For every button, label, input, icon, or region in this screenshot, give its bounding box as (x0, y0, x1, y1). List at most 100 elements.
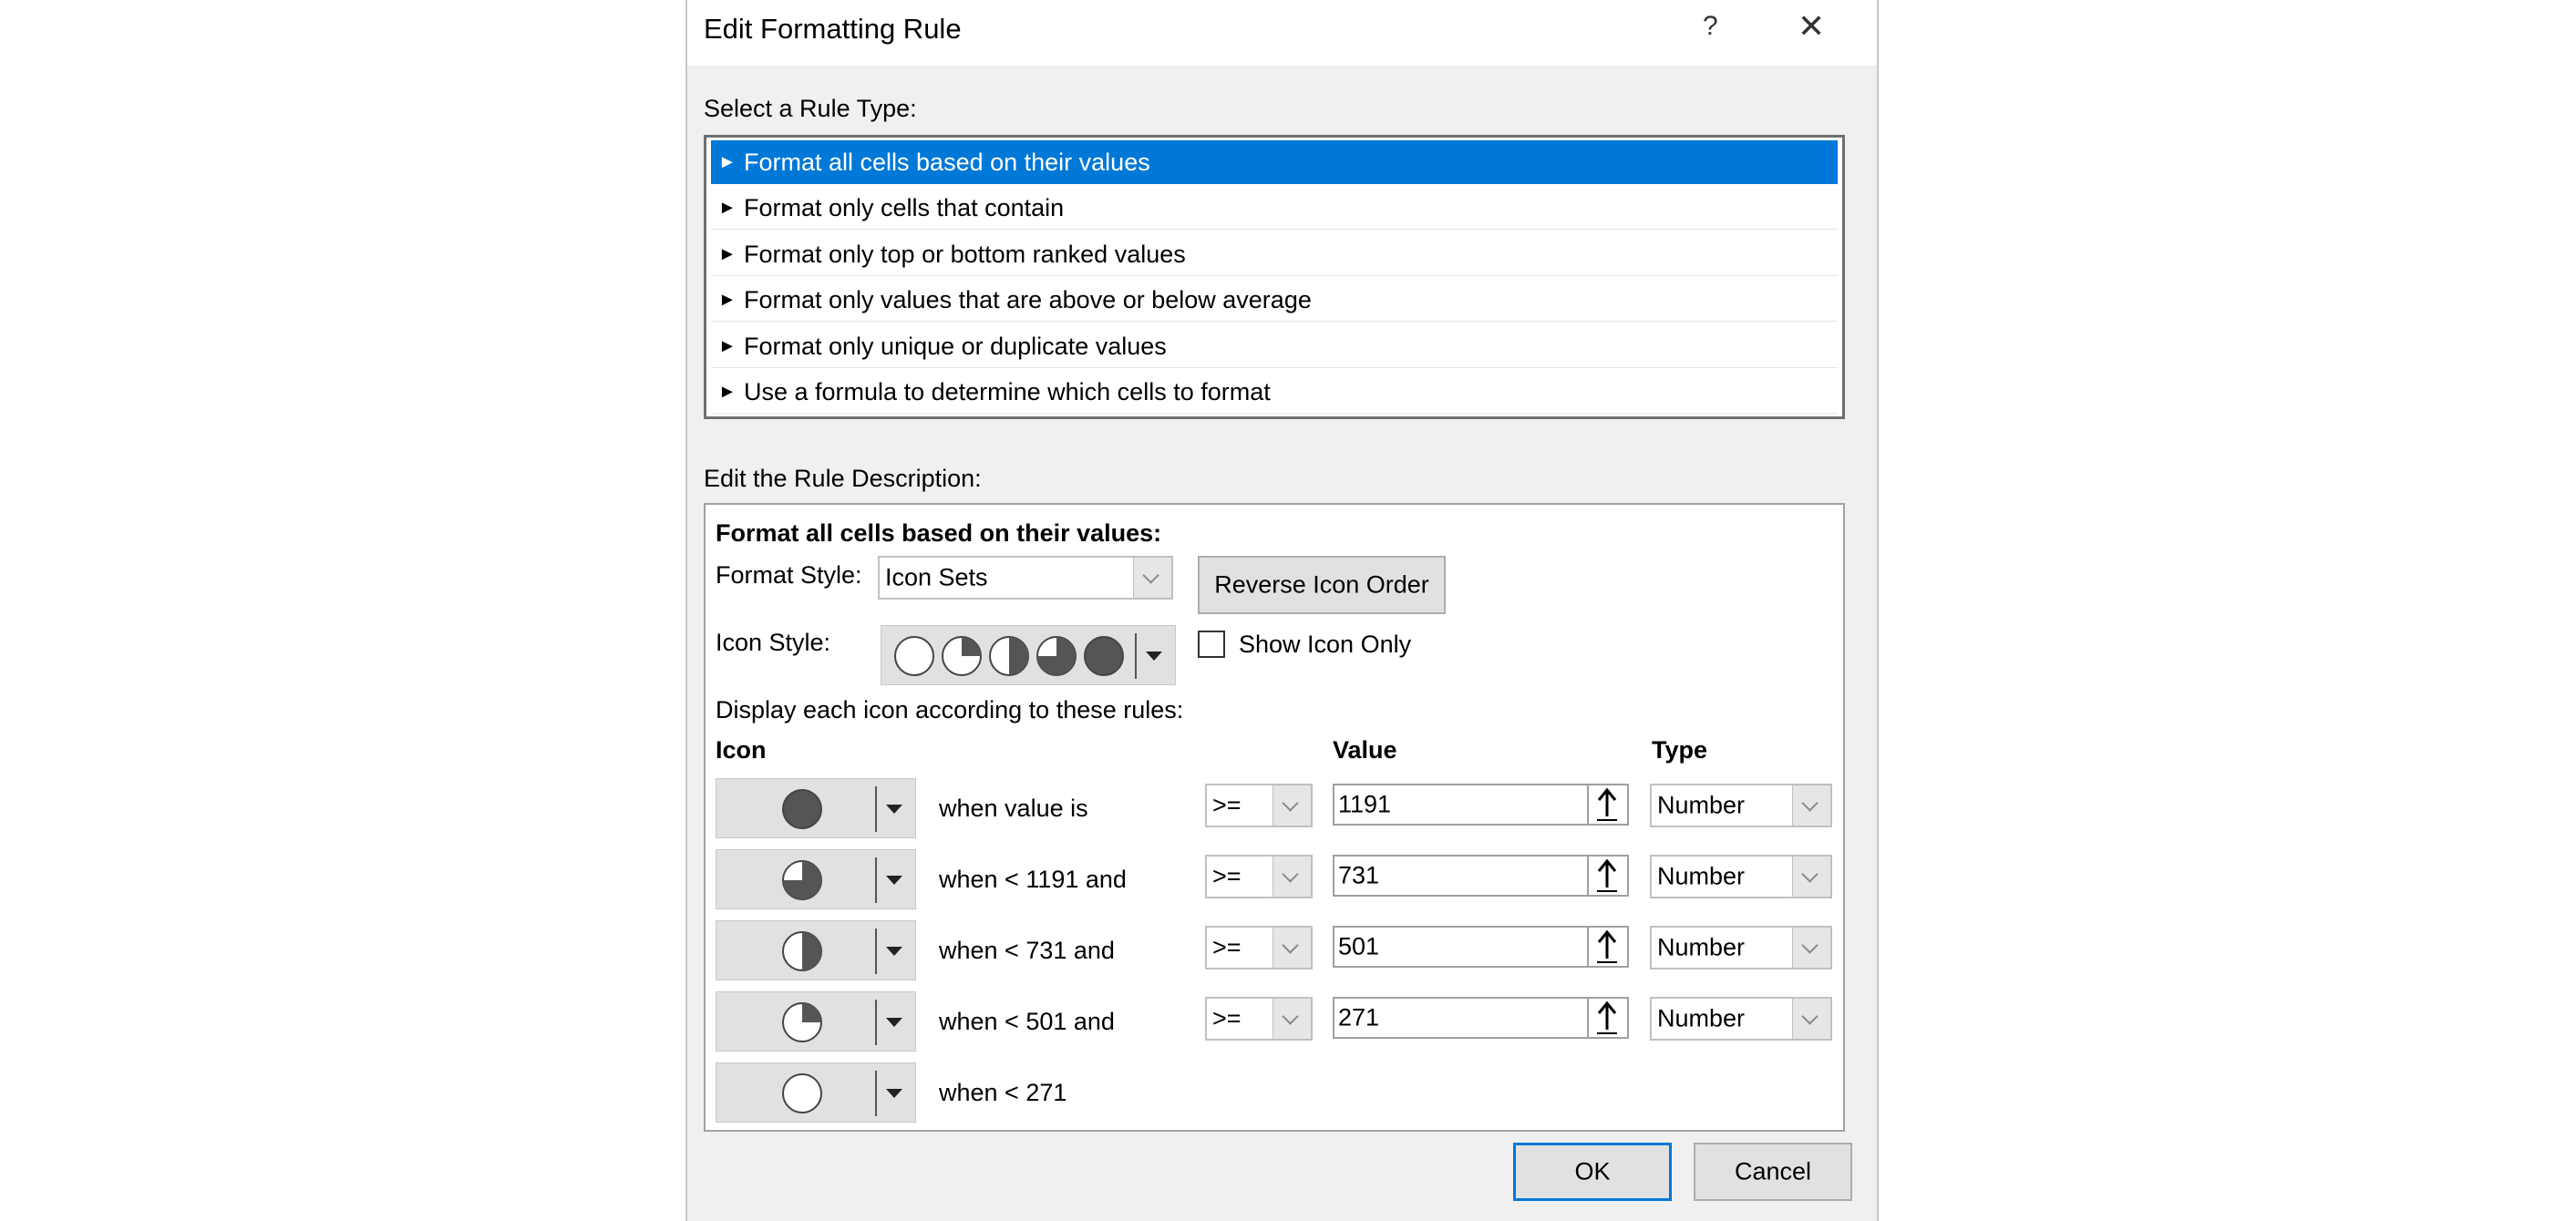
empty-circle-icon (782, 1073, 822, 1113)
rule-description-label: Edit the Rule Description: (704, 465, 982, 492)
arrow-right-icon: ► (718, 244, 737, 264)
reverse-icon-order-button[interactable]: Reverse Icon Order (1198, 556, 1446, 614)
rule-type-label: Select a Rule Type: (704, 95, 917, 122)
rule-type-item-label: Format only unique or duplicate values (744, 333, 1167, 360)
dialog-title: Edit Formatting Rule (704, 13, 962, 45)
description-heading: Format all cells based on their values: (716, 519, 1162, 547)
dropdown-arrow-icon (1146, 652, 1162, 661)
type-select[interactable]: Number (1650, 997, 1832, 1041)
chevron-down-icon (1792, 857, 1830, 897)
column-header-icon: Icon (716, 736, 767, 764)
value-text: 501 (1338, 932, 1380, 960)
operator-value: >= (1212, 862, 1242, 890)
type-select[interactable]: Number (1650, 926, 1832, 970)
cancel-button[interactable]: Cancel (1694, 1143, 1852, 1201)
dropdown-arrow-icon (886, 876, 902, 885)
chevron-down-icon (1273, 857, 1311, 897)
rule-type-item[interactable]: ► Format only cells that contain (711, 186, 1838, 230)
icon-style-label: Icon Style: (716, 629, 831, 656)
value-input[interactable]: 731 (1333, 855, 1629, 897)
rule-type-item-label: Format only values that are above or bel… (744, 286, 1312, 313)
rule-type-item[interactable]: ► Format only top or bottom ranked value… (711, 232, 1838, 276)
format-style-select[interactable]: Icon Sets (878, 556, 1173, 600)
format-style-value: Icon Sets (885, 563, 988, 591)
dropdown-arrow-icon (886, 947, 902, 956)
value-text: 1191 (1338, 790, 1392, 818)
icon-select-full[interactable] (716, 778, 916, 838)
value-text: 731 (1338, 861, 1380, 889)
show-icon-only-checkbox[interactable] (1198, 631, 1225, 658)
dropdown-arrow-icon (886, 805, 902, 814)
icon-select-half[interactable] (716, 920, 916, 980)
ok-button[interactable]: OK (1513, 1143, 1672, 1201)
rule-type-item-label: Format only top or bottom ranked values (744, 241, 1186, 268)
chevron-down-icon (1792, 999, 1830, 1039)
three-quarter-circle-icon (782, 860, 822, 900)
range-select-icon[interactable] (1587, 857, 1627, 895)
icon-style-select[interactable] (881, 625, 1176, 685)
rule-type-list[interactable]: ► Format all cells based on their values… (704, 135, 1845, 419)
rule-condition: when < 271 (939, 1079, 1067, 1106)
show-icon-only-label: Show Icon Only (1239, 631, 1412, 658)
full-circle-icon (782, 789, 822, 829)
type-value: Number (1657, 933, 1746, 961)
range-select-icon[interactable] (1587, 928, 1627, 966)
arrow-right-icon: ► (718, 382, 737, 402)
title-bar: Edit Formatting Rule ? ✕ (687, 0, 1877, 66)
dropdown-arrow-icon (886, 1018, 902, 1027)
rule-type-item[interactable]: ► Format only unique or duplicate values (711, 324, 1838, 368)
rule-type-item-label: Format only cells that contain (744, 194, 1065, 221)
rule-condition: when < 501 and (939, 1008, 1115, 1035)
edit-formatting-rule-dialog: Edit Formatting Rule ? ✕ Select a Rule T… (685, 0, 1879, 1221)
type-value: Number (1657, 862, 1746, 890)
display-rules-label: Display each icon according to these rul… (716, 696, 1184, 723)
type-value: Number (1657, 791, 1746, 819)
arrow-right-icon: ► (718, 336, 737, 356)
value-input[interactable]: 271 (1333, 997, 1629, 1039)
column-header-type: Type (1652, 736, 1708, 764)
rule-type-item[interactable]: ► Format all cells based on their values (711, 140, 1838, 184)
operator-select[interactable]: >= (1205, 855, 1313, 898)
help-button[interactable]: ? (1703, 11, 1718, 42)
operator-select[interactable]: >= (1205, 997, 1313, 1041)
arrow-right-icon: ► (718, 198, 737, 218)
value-text: 271 (1338, 1003, 1380, 1031)
operator-select[interactable]: >= (1205, 784, 1313, 827)
rule-type-item-label: Format all cells based on their values (744, 149, 1150, 176)
rule-condition: when < 731 and (939, 937, 1115, 964)
ok-label: OK (1574, 1157, 1611, 1185)
format-style-label: Format Style: (716, 561, 862, 589)
icon-select-three-quarter[interactable] (716, 849, 916, 909)
half-circle-icon (782, 931, 822, 971)
cancel-label: Cancel (1734, 1157, 1812, 1185)
column-header-value: Value (1333, 736, 1397, 764)
operator-value: >= (1212, 933, 1242, 961)
rule-description-panel: Format all cells based on their values: … (704, 503, 1845, 1132)
operator-select[interactable]: >= (1205, 926, 1313, 970)
reverse-icon-order-label: Reverse Icon Order (1214, 570, 1429, 599)
range-select-icon[interactable] (1587, 785, 1627, 824)
close-icon[interactable]: ✕ (1798, 7, 1825, 46)
type-value: Number (1657, 1004, 1746, 1032)
operator-value: >= (1212, 1004, 1242, 1032)
type-select[interactable]: Number (1650, 855, 1832, 898)
rule-type-item[interactable]: ► Format only values that are above or b… (711, 278, 1838, 322)
rule-condition: when < 1191 and (939, 866, 1127, 893)
range-select-icon[interactable] (1587, 999, 1627, 1037)
chevron-down-icon (1273, 928, 1311, 968)
quarter-circle-icon (782, 1002, 822, 1042)
value-input[interactable]: 1191 (1333, 784, 1629, 826)
chevron-down-icon (1792, 928, 1830, 968)
type-select[interactable]: Number (1650, 784, 1832, 827)
icon-select-empty[interactable] (716, 1062, 916, 1123)
arrow-right-icon: ► (718, 152, 737, 172)
chevron-down-icon (1133, 558, 1171, 598)
dropdown-arrow-icon (886, 1089, 902, 1098)
chevron-down-icon (1273, 999, 1311, 1039)
operator-value: >= (1212, 791, 1242, 819)
rule-condition: when value is (939, 795, 1088, 822)
value-input[interactable]: 501 (1333, 926, 1629, 968)
icon-select-quarter[interactable] (716, 991, 916, 1052)
rule-type-item[interactable]: ► Use a formula to determine which cells… (711, 370, 1838, 414)
arrow-right-icon: ► (718, 290, 737, 310)
